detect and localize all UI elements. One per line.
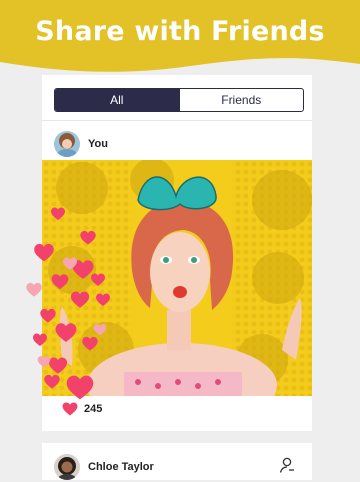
likes-row: 245	[62, 402, 102, 416]
tab-all[interactable]: All	[55, 89, 179, 111]
header-banner: Share with Friends	[0, 0, 360, 82]
divider	[42, 120, 312, 121]
post-author[interactable]: You	[88, 138, 108, 150]
post-header: You	[54, 130, 108, 158]
post-author[interactable]: Chloe Taylor	[88, 461, 154, 473]
add-person-icon[interactable]	[278, 456, 296, 479]
avatar[interactable]	[54, 454, 80, 480]
avatar[interactable]	[54, 131, 80, 157]
feed-card: All Friends You 245 Chloe Taylor	[42, 75, 312, 480]
like-count: 245	[84, 403, 103, 415]
feed-filter-segment: All Friends	[54, 88, 304, 112]
heart-icon[interactable]	[62, 402, 78, 416]
tab-friends[interactable]: Friends	[178, 89, 304, 111]
post-separator	[42, 431, 312, 443]
post-image[interactable]	[42, 158, 312, 427]
post-header: Chloe Taylor	[54, 452, 154, 482]
headline: Share with Friends	[35, 16, 325, 47]
